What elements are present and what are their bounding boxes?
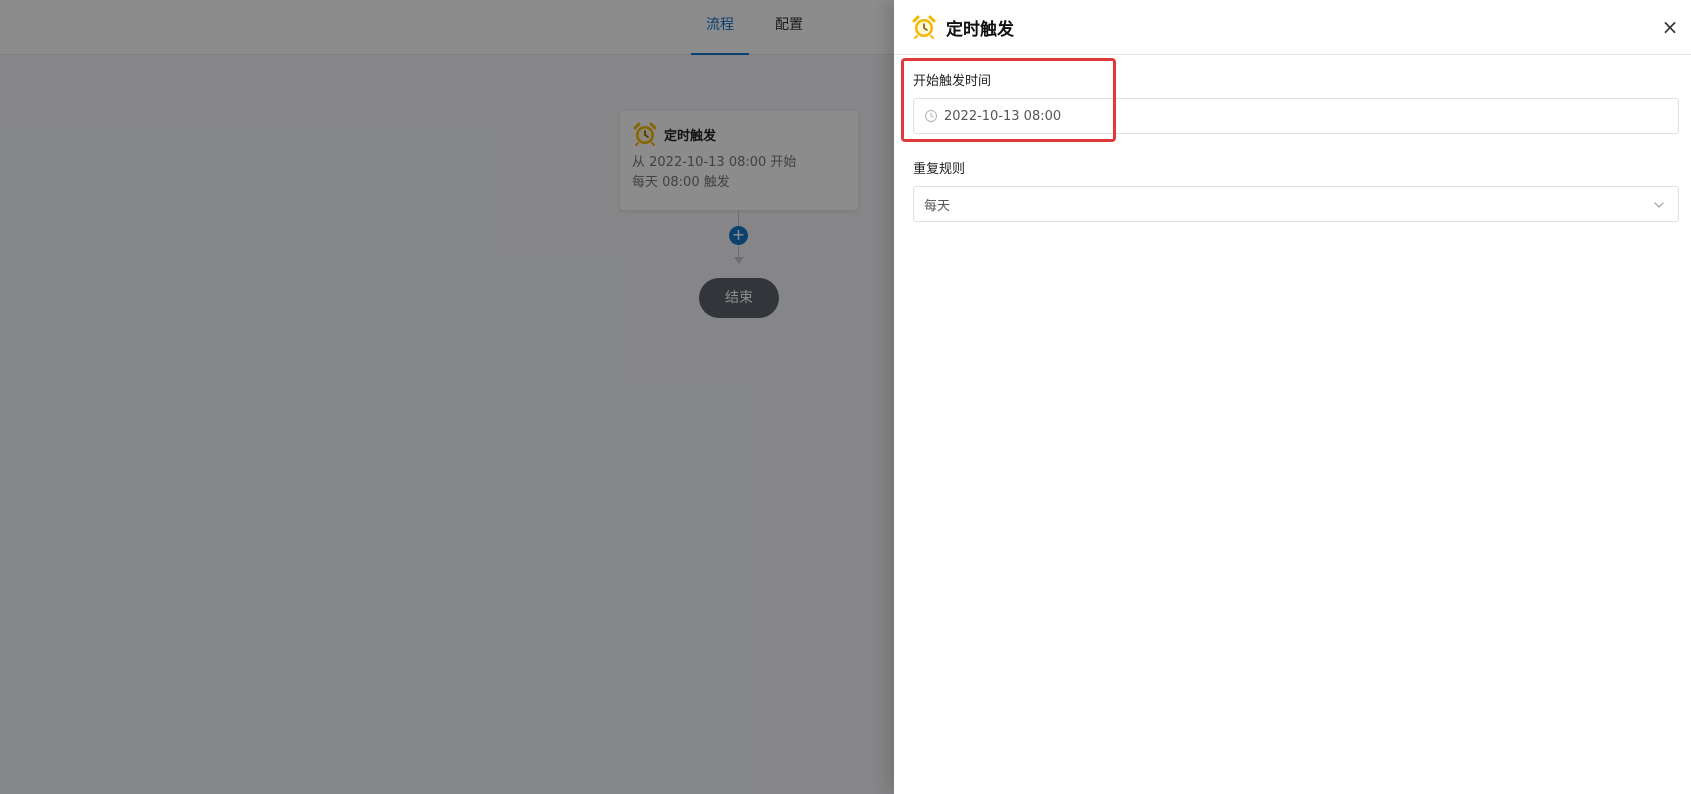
repeat-rule-field: 重复规则 每天 xyxy=(913,160,1679,222)
trigger-form: 开始触发时间 2022-10-13 08:00 重复规则 每天 xyxy=(894,55,1691,222)
drawer-title: 定时触发 xyxy=(946,19,1014,40)
start-time-picker[interactable]: 2022-10-13 08:00 xyxy=(913,98,1679,134)
start-time-label: 开始触发时间 xyxy=(913,74,992,89)
close-icon[interactable]: × xyxy=(1659,16,1681,38)
repeat-rule-label: 重复规则 xyxy=(913,162,966,177)
drawer-mask[interactable] xyxy=(0,0,894,794)
alarm-clock-icon xyxy=(912,15,936,39)
workflow-page: 流程 配置 定时触发 从 2022-10-13 08:00 开始 每天 08:0… xyxy=(0,0,1691,794)
repeat-rule-value: 每天 xyxy=(924,198,951,214)
drawer-header: 定时触发 × xyxy=(894,0,1691,55)
clock-icon xyxy=(925,110,937,122)
start-time-field: 开始触发时间 2022-10-13 08:00 xyxy=(913,72,1679,134)
repeat-rule-select[interactable]: 每天 xyxy=(913,186,1679,222)
start-time-value: 2022-10-13 08:00 xyxy=(944,108,1062,124)
chevron-down-icon xyxy=(1654,202,1664,208)
settings-drawer: 定时触发 × 开始触发时间 2022-10-13 08:00 重复规则 每天 xyxy=(894,0,1691,794)
